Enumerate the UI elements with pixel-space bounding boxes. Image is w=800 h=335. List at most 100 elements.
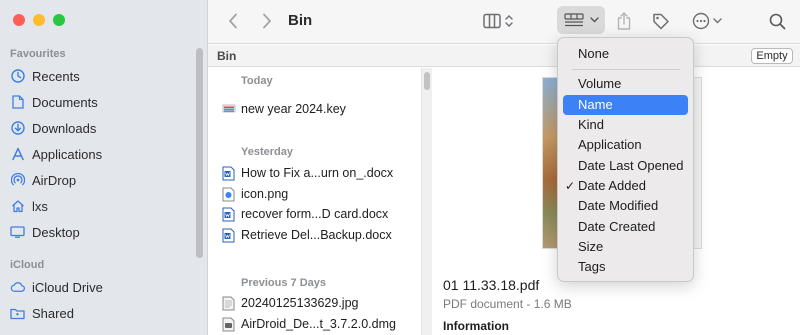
file-name: recover form...D card.docx bbox=[241, 207, 389, 221]
toolbar: Bin bbox=[208, 0, 800, 44]
preview-info-heading: Information bbox=[443, 319, 509, 333]
sidebar: Favourites Recents Documents Downloads A… bbox=[0, 0, 208, 335]
group-header-today: Today bbox=[241, 75, 273, 87]
desktop-icon bbox=[10, 225, 25, 240]
sidebar-item-label: iCloud Drive bbox=[32, 279, 103, 295]
sidebar-item-label: Recents bbox=[32, 68, 80, 84]
document-icon bbox=[10, 95, 25, 110]
menu-separator bbox=[572, 69, 680, 70]
file-row[interactable]: recover form...D card.docx bbox=[222, 204, 388, 224]
window-title: Bin bbox=[288, 12, 313, 29]
forward-button[interactable] bbox=[256, 10, 278, 32]
applications-icon bbox=[10, 147, 25, 162]
word-doc-icon bbox=[222, 166, 235, 181]
sidebar-item-documents[interactable]: Documents bbox=[8, 90, 193, 114]
file-row[interactable]: How to Fix a...urn on_.docx bbox=[222, 163, 393, 183]
checkmark-icon: ✓ bbox=[565, 179, 576, 193]
more-actions-button[interactable] bbox=[690, 9, 724, 33]
chevron-updown-icon bbox=[505, 15, 513, 27]
sidebar-section-icloud: iCloud bbox=[10, 259, 45, 271]
sidebar-item-desktop[interactable]: Desktop bbox=[8, 220, 193, 244]
sidebar-section-favourites: Favourites bbox=[10, 48, 66, 60]
download-icon bbox=[10, 121, 25, 136]
minimize-window-button[interactable] bbox=[33, 14, 45, 26]
search-button[interactable] bbox=[765, 9, 789, 33]
menu-item-kind[interactable]: Kind bbox=[563, 115, 688, 135]
share-icon bbox=[617, 12, 631, 30]
tag-icon bbox=[653, 13, 669, 30]
file-row[interactable]: icon.png bbox=[222, 184, 288, 204]
sidebar-item-icloud-drive[interactable]: iCloud Drive bbox=[8, 275, 193, 299]
sidebar-scrollbar[interactable] bbox=[196, 48, 203, 258]
menu-item-volume[interactable]: Volume bbox=[563, 74, 688, 94]
sidebar-item-recents[interactable]: Recents bbox=[8, 64, 193, 88]
file-name: new year 2024.key bbox=[241, 102, 346, 116]
empty-bin-button[interactable]: Empty bbox=[751, 48, 793, 64]
file-name: AirDroid_De...t_3.7.2.0.dmg bbox=[241, 317, 396, 331]
menu-item-date-created[interactable]: Date Created bbox=[563, 217, 688, 237]
chevron-down-icon bbox=[590, 17, 599, 23]
sidebar-item-downloads[interactable]: Downloads bbox=[8, 116, 193, 140]
sidebar-item-label: Applications bbox=[32, 146, 103, 162]
ellipsis-circle-icon bbox=[692, 12, 710, 30]
menu-item-date-last-opened[interactable]: Date Last Opened bbox=[563, 156, 688, 176]
group-header-yesterday: Yesterday bbox=[241, 146, 293, 158]
png-image-icon bbox=[222, 187, 235, 202]
zoom-window-button[interactable] bbox=[53, 14, 65, 26]
preview-file-name: 01 11.33.18.pdf bbox=[443, 277, 540, 293]
search-icon bbox=[769, 13, 785, 29]
sidebar-item-applications[interactable]: Applications bbox=[8, 142, 193, 166]
group-by-button[interactable] bbox=[557, 6, 605, 34]
menu-item-name[interactable]: Name bbox=[563, 95, 688, 115]
menu-item-tags[interactable]: Tags bbox=[563, 257, 688, 277]
menu-item-application[interactable]: Application bbox=[563, 135, 688, 155]
shared-folder-icon bbox=[10, 306, 25, 321]
folder-title: Bin bbox=[217, 49, 237, 63]
path-bar: Bin Empty bbox=[208, 45, 800, 67]
jpg-image-icon bbox=[222, 296, 235, 311]
file-row[interactable]: 20240125133629.jpg bbox=[222, 293, 358, 313]
group-by-menu: None Volume Name Kind Application Date L… bbox=[557, 37, 694, 282]
chevron-right-icon bbox=[263, 13, 271, 29]
file-row[interactable]: AirDroid_De...t_3.7.2.0.dmg bbox=[222, 314, 396, 334]
word-doc-icon bbox=[222, 207, 235, 222]
file-list: Today new year 2024.key Yesterday How to… bbox=[208, 68, 420, 335]
menu-item-none[interactable]: None bbox=[563, 44, 688, 64]
file-name: Retrieve Del...Backup.docx bbox=[241, 228, 392, 242]
disk-image-icon bbox=[222, 317, 235, 332]
file-name: How to Fix a...urn on_.docx bbox=[241, 166, 394, 180]
menu-item-date-added[interactable]: ✓ Date Added bbox=[563, 176, 688, 196]
airdrop-icon bbox=[10, 173, 25, 188]
group-header-previous-7-days: Previous 7 Days bbox=[241, 277, 326, 289]
sidebar-item-airdrop[interactable]: AirDrop bbox=[8, 168, 193, 192]
scrollbar-thumb[interactable] bbox=[424, 72, 430, 90]
menu-item-label: Date Added bbox=[578, 178, 646, 193]
file-list-scrollbar[interactable] bbox=[421, 68, 432, 335]
tags-button[interactable] bbox=[648, 9, 674, 33]
file-row[interactable]: Retrieve Del...Backup.docx bbox=[222, 225, 392, 245]
sidebar-item-lxs[interactable]: lxs bbox=[8, 194, 193, 218]
home-icon bbox=[10, 199, 25, 214]
sidebar-item-label: Documents bbox=[32, 94, 98, 110]
menu-item-date-modified[interactable]: Date Modified bbox=[563, 196, 688, 216]
share-button[interactable] bbox=[612, 9, 636, 33]
menu-item-size[interactable]: Size bbox=[563, 237, 688, 257]
cloud-icon bbox=[10, 280, 25, 295]
chevron-left-icon bbox=[229, 13, 237, 29]
keynote-icon bbox=[222, 102, 236, 117]
sidebar-item-label: AirDrop bbox=[32, 172, 77, 188]
sidebar-item-label: Desktop bbox=[32, 224, 80, 240]
view-mode-button[interactable] bbox=[478, 9, 518, 33]
file-name: icon.png bbox=[241, 187, 289, 201]
word-doc-icon bbox=[222, 228, 235, 243]
sidebar-item-label: lxs bbox=[32, 198, 48, 214]
close-window-button[interactable] bbox=[13, 14, 25, 26]
chevron-down-icon bbox=[713, 18, 722, 24]
window-controls bbox=[13, 14, 65, 26]
back-button[interactable] bbox=[222, 10, 244, 32]
file-row[interactable]: new year 2024.key bbox=[222, 99, 346, 119]
sidebar-item-shared[interactable]: Shared bbox=[8, 301, 193, 325]
columns-view-icon bbox=[483, 13, 501, 29]
file-name: 20240125133629.jpg bbox=[241, 296, 359, 310]
preview-file-meta: PDF document - 1.6 MB bbox=[443, 297, 572, 311]
